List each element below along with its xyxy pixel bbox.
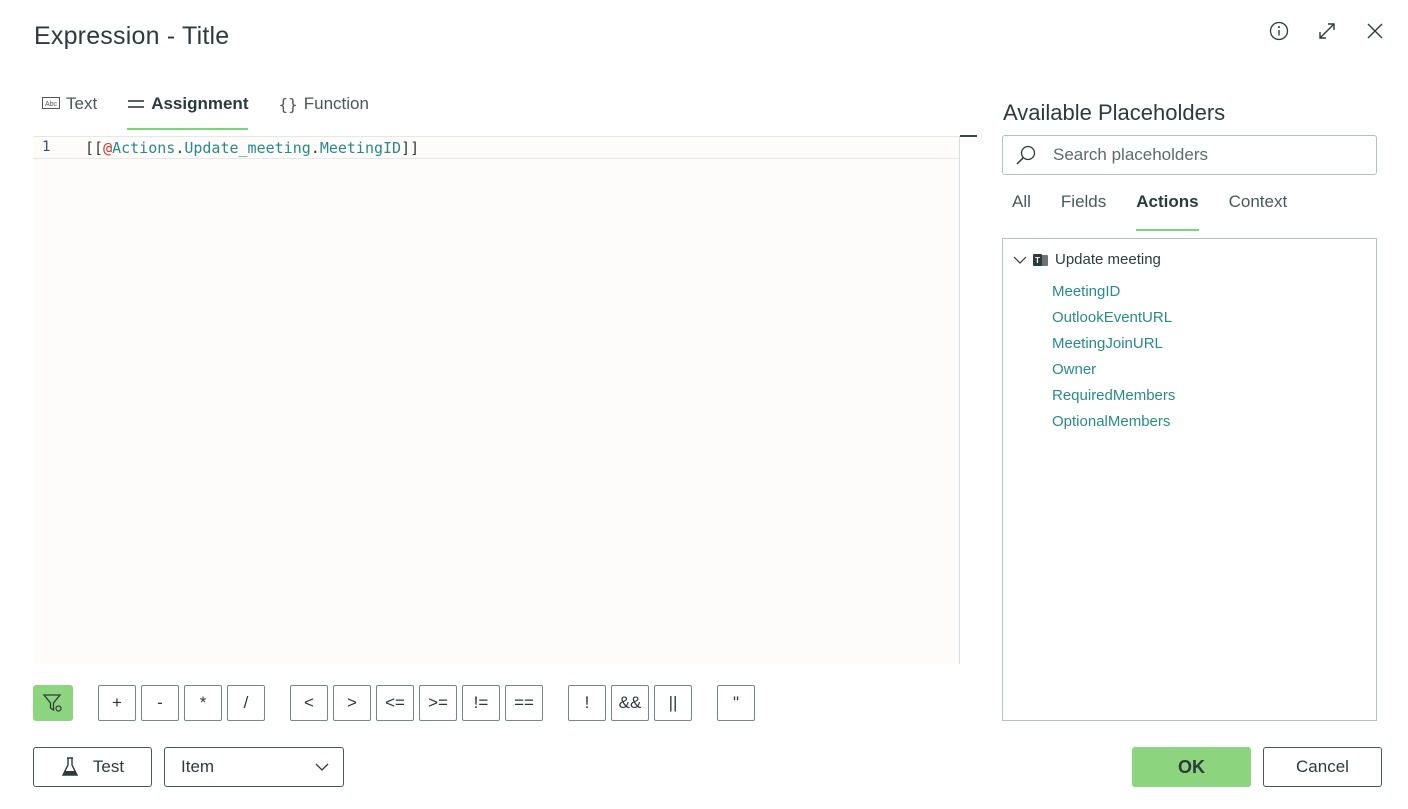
tab-actions[interactable]: Actions (1136, 192, 1199, 231)
expand-icon[interactable] (1314, 18, 1340, 44)
flask-icon (61, 757, 79, 776)
editor-line[interactable]: 1 [[@Actions.Update_meeting.MeetingID]] (33, 136, 959, 159)
close-icon[interactable] (1362, 18, 1388, 44)
chevron-down-icon (315, 763, 329, 771)
info-icon[interactable] (1266, 18, 1292, 44)
chevron-down-icon[interactable] (1013, 256, 1027, 264)
tab-text[interactable]: Abc Text (42, 90, 97, 130)
code-dot: . (310, 139, 320, 157)
search-input[interactable] (1053, 145, 1353, 165)
svg-text:Abc: Abc (45, 101, 58, 108)
op-not-button[interactable]: ! (568, 685, 606, 721)
cancel-button[interactable]: Cancel (1263, 747, 1382, 787)
op-not-equal-button[interactable]: != (462, 685, 500, 721)
code-open: [[ (85, 139, 104, 157)
tab-text-label: Text (66, 94, 98, 113)
braces-icon: {} (278, 94, 298, 114)
tab-function-label: Function (303, 94, 369, 113)
ok-button[interactable]: OK (1132, 747, 1251, 787)
code-at: @ (103, 139, 113, 157)
search-icon (1016, 145, 1036, 165)
item-select[interactable]: Item (164, 747, 344, 787)
op-equal-button[interactable]: == (505, 685, 543, 721)
operator-toolbar: + - * / < > <= >= != == ! && || " (33, 685, 760, 721)
placeholder-requiredmembers[interactable]: RequiredMembers (1052, 387, 1175, 413)
tab-assignment-label: Assignment (151, 94, 249, 113)
abc-icon: Abc (42, 96, 60, 112)
tab-all[interactable]: All (1012, 192, 1031, 231)
placeholder-outlookeventurl[interactable]: OutlookEventURL (1052, 309, 1175, 335)
code-close: ]] (401, 139, 420, 157)
op-plus-button[interactable]: + (98, 685, 136, 721)
placeholder-optionalmembers[interactable]: OptionalMembers (1052, 413, 1175, 439)
op-quote-button[interactable]: " (717, 685, 755, 721)
window-controls (1266, 18, 1388, 44)
code-dot: . (175, 139, 185, 157)
expression-editor[interactable]: 1 [[@Actions.Update_meeting.MeetingID]] (33, 136, 960, 664)
placeholder-meetingid[interactable]: MeetingID (1052, 283, 1175, 309)
tab-fields[interactable]: Fields (1061, 192, 1106, 231)
placeholder-tree: T Update meeting MeetingID OutlookEventU… (1002, 238, 1377, 721)
code-update-meeting: Update_meeting (184, 139, 311, 157)
op-multiply-button[interactable]: * (184, 685, 222, 721)
op-or-button[interactable]: || (654, 685, 692, 721)
test-button-label: Test (92, 757, 125, 776)
svg-text:T: T (1035, 256, 1040, 265)
op-minus-button[interactable]: - (141, 685, 179, 721)
tab-function[interactable]: {} Function (278, 90, 368, 130)
teams-icon: T (1033, 253, 1048, 266)
filter-settings-button[interactable] (33, 685, 73, 721)
tab-assignment[interactable]: Assignment (127, 90, 249, 130)
line-number: 1 (42, 139, 51, 155)
op-and-button[interactable]: && (611, 685, 649, 721)
tree-items: MeetingID OutlookEventURL MeetingJoinURL… (1052, 283, 1175, 439)
tree-group-update-meeting[interactable]: T Update meeting (1013, 251, 1161, 268)
code-actions: Actions (112, 139, 176, 157)
op-divide-button[interactable]: / (227, 685, 265, 721)
placeholder-meetingjoinurl[interactable]: MeetingJoinURL (1052, 335, 1175, 361)
editor-tabs: Abc Text Assignment {} Function (42, 90, 369, 130)
op-less-equal-button[interactable]: <= (376, 685, 414, 721)
placeholder-search[interactable] (1002, 135, 1377, 175)
placeholder-tabs: All Fields Actions Context (1012, 192, 1287, 231)
placeholders-title: Available Placeholders (1003, 100, 1226, 125)
tab-context[interactable]: Context (1229, 192, 1288, 231)
scrollbar-thumb[interactable] (960, 135, 977, 137)
dialog-title: Expression - Title (34, 22, 230, 50)
placeholder-owner[interactable]: Owner (1052, 361, 1175, 387)
op-less-button[interactable]: < (290, 685, 328, 721)
code-meeting-id: MeetingID (319, 139, 402, 157)
tree-group-label: Update meeting (1055, 251, 1161, 268)
op-greater-button[interactable]: > (333, 685, 371, 721)
op-greater-equal-button[interactable]: >= (419, 685, 457, 721)
test-button[interactable]: Test (33, 747, 152, 787)
item-select-value: Item (181, 757, 215, 776)
equals-icon (127, 96, 145, 112)
filter-gear-icon (42, 694, 62, 712)
expression-code[interactable]: [[@Actions.Update_meeting.MeetingID]] (85, 139, 419, 157)
